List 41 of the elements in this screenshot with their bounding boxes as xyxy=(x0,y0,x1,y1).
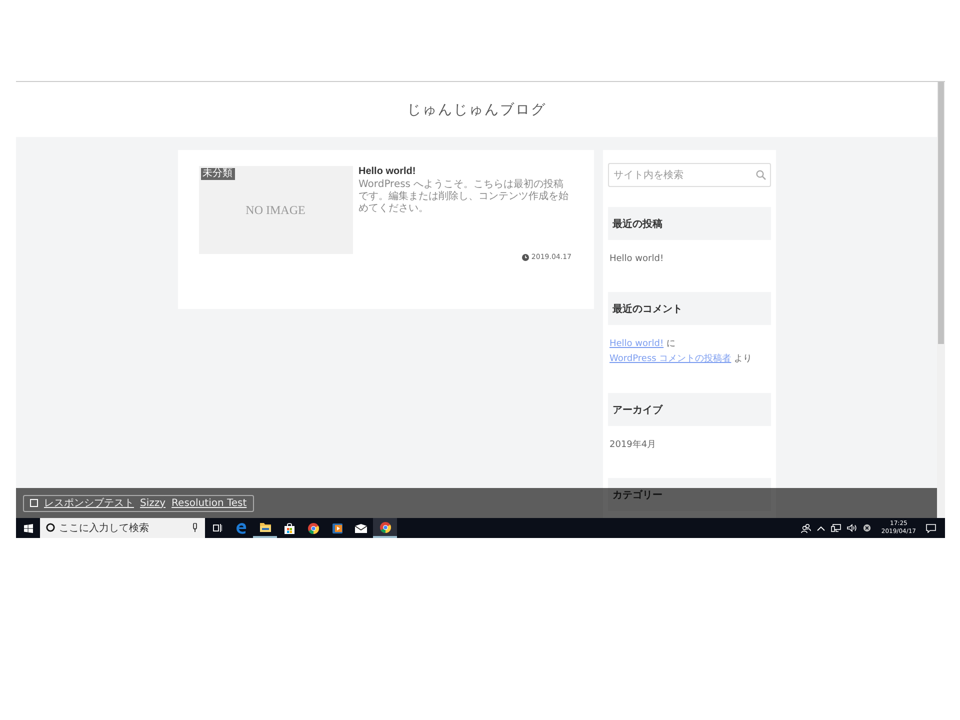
people-icon[interactable] xyxy=(801,524,812,532)
speaker-icon[interactable] xyxy=(847,524,858,532)
shopping-bag-icon xyxy=(284,522,294,534)
test-link[interactable]: Sizzy xyxy=(140,498,166,508)
checkbox[interactable] xyxy=(30,499,38,507)
media-player-icon xyxy=(332,522,342,534)
taskbar-app[interactable] xyxy=(373,518,397,538)
comment-text: に xyxy=(666,339,676,349)
microphone-icon[interactable] xyxy=(192,523,198,532)
caret-up-icon[interactable] xyxy=(817,526,826,530)
placeholder-text: NO IMAGE xyxy=(246,202,306,218)
network-icon[interactable] xyxy=(831,524,842,532)
round-browser-icon xyxy=(308,522,318,534)
widget-heading: 最近のコメント xyxy=(608,292,770,325)
folder-icon xyxy=(260,522,270,532)
widget-heading: アーカイブ xyxy=(608,393,770,426)
post-excerpt: WordPress へようこそ。こちらは最初の投稿です。編集または削除し、コンテンツ作成を始めてください。 xyxy=(358,179,570,215)
post-title[interactable]: Hello world! xyxy=(358,166,572,177)
test-link[interactable]: Resolution Test xyxy=(172,498,247,508)
test-link[interactable]: レスポンシブテスト xyxy=(44,496,134,510)
windows-start-icon[interactable] xyxy=(24,524,32,532)
widget-link[interactable]: 2019年4月 xyxy=(610,438,768,452)
thumbnail-placeholder[interactable]: 未分類 NO IMAGE xyxy=(198,166,352,254)
notification-icon[interactable] xyxy=(926,524,936,532)
error-circle-icon[interactable] xyxy=(863,524,872,532)
site-title[interactable]: じゅんじゅんブログ xyxy=(406,100,546,118)
search-field[interactable]: サイト内を検索 xyxy=(608,163,770,187)
widget-link[interactable]: Hello world! xyxy=(610,252,768,266)
scrollbar[interactable] xyxy=(937,82,945,518)
widget-heading: 最近の投稿 xyxy=(608,207,770,240)
widget-heading: カテゴリー xyxy=(608,478,770,511)
search-field[interactable]: ここに入力して検索 xyxy=(40,518,205,538)
task-view-icon[interactable] xyxy=(212,524,222,532)
round-browser-icon xyxy=(380,522,390,532)
category-label[interactable]: 未分類 xyxy=(200,168,234,180)
scrollbar-thumb[interactable] xyxy=(938,82,944,344)
comment-text: より xyxy=(734,354,752,364)
envelope-icon xyxy=(355,524,367,532)
clock-icon xyxy=(522,254,530,260)
cortana-icon xyxy=(46,523,55,532)
browser-e-icon xyxy=(236,522,246,534)
